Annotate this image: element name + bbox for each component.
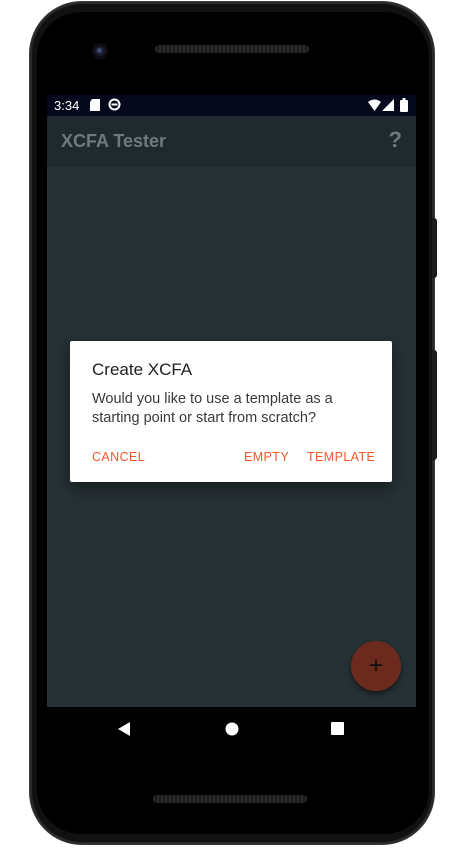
create-xcfa-dialog: Create XCFA Would you like to use a temp… [70, 341, 392, 482]
status-bar: 3:34 [47, 95, 416, 116]
empty-button[interactable]: EMPTY [244, 450, 289, 464]
device-frame: 3:34 XCFA Tester ? + Create XCFA Would y… [0, 0, 467, 864]
add-fab-button[interactable]: + [351, 641, 401, 691]
no-disturb-icon [108, 98, 121, 111]
app-bar: XCFA Tester ? [47, 116, 416, 167]
battery-icon [400, 98, 408, 112]
template-button[interactable]: TEMPLATE [307, 450, 375, 464]
recents-icon[interactable] [331, 722, 344, 735]
home-icon[interactable] [225, 722, 239, 736]
dialog-title: Create XCFA [92, 360, 193, 379]
volume-button [432, 350, 437, 460]
navigation-bar [47, 707, 416, 751]
power-button [432, 218, 437, 278]
cancel-button[interactable]: CANCEL [92, 450, 145, 464]
front-camera-icon [92, 43, 108, 59]
help-button[interactable]: ? [389, 127, 402, 153]
bottom-speaker [153, 795, 307, 803]
back-icon[interactable] [118, 722, 130, 736]
top-speaker [155, 45, 309, 53]
signal-icon [382, 99, 394, 111]
sd-card-icon [90, 99, 100, 111]
wifi-icon [368, 99, 381, 111]
app-title: XCFA Tester [61, 131, 167, 151]
dialog-message: Would you like to use a template as a st… [92, 391, 333, 426]
status-time: 3:34 [54, 98, 80, 113]
